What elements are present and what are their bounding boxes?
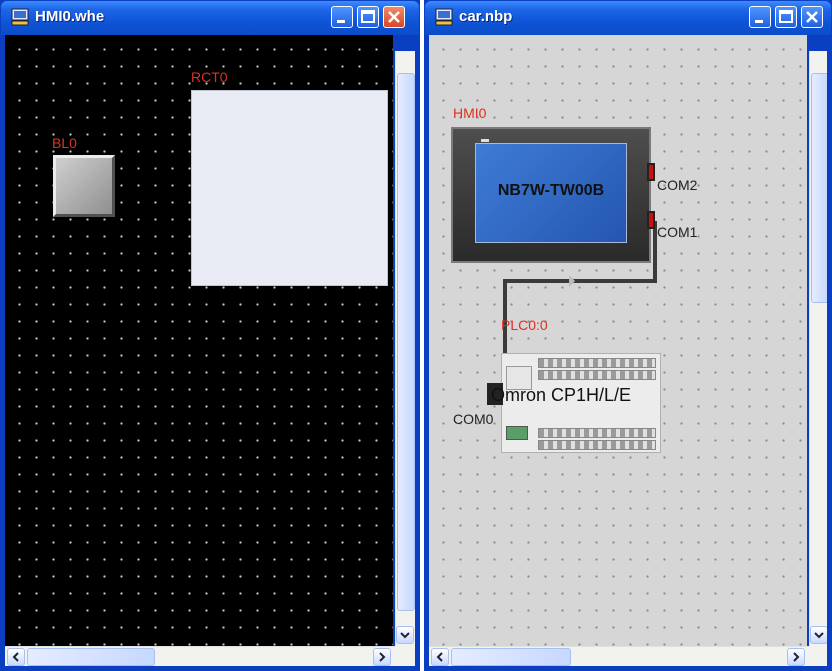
window-title: HMI0.whe [35,8,105,25]
window-title: car.nbp [459,8,513,25]
scroll-thumb[interactable] [27,648,155,666]
scroll-right-button[interactable] [373,648,391,666]
port-label: COM2 [657,177,698,193]
hmi-led [481,139,489,142]
screen-canvas[interactable]: BL0 RCT0 [5,35,393,646]
titlebar[interactable]: car.nbp [425,1,831,35]
monitor-icon [435,8,453,26]
close-button[interactable] [383,6,405,28]
vertical-scrollbar[interactable] [395,51,415,646]
resize-grip[interactable] [809,646,827,666]
com1-port[interactable] [647,211,655,229]
chevron-left-icon [436,652,443,662]
close-icon [806,11,818,23]
network-canvas[interactable]: HMI0 NB7W-TW00B COM2 COM1 PLC0:0 Omron C… [429,35,807,646]
minimize-icon [755,20,763,23]
minimize-button[interactable] [749,6,771,28]
terminal-strip [538,440,656,450]
device-label: HMI0 [453,105,487,121]
network-client-area: HMI0 NB7W-TW00B COM2 COM1 PLC0:0 Omron C… [429,35,827,666]
scroll-thumb[interactable] [811,73,827,303]
scroll-down-button[interactable] [810,626,827,644]
plc-model: Omron CP1H/L/E [491,385,632,405]
terminal-strip [538,428,656,438]
close-icon [388,11,400,23]
chevron-right-icon [379,652,386,662]
com2-port[interactable] [647,163,655,181]
scroll-thumb[interactable] [397,73,415,611]
scroll-left-button[interactable] [431,648,449,666]
project-network-window: car.nbp HMI0 NB7W-TW00B COM2 COM1 PLC0:0… [424,0,832,671]
horizontal-scrollbar[interactable] [5,646,395,666]
chevron-down-icon [400,632,410,639]
resize-grip[interactable] [395,646,415,666]
maximize-button[interactable] [357,6,379,28]
plc-green-module [506,426,528,440]
chevron-right-icon [793,652,800,662]
maximize-icon [361,10,375,23]
editor-client-area: BL0 RCT0 [5,35,415,666]
port-label: COM0 [453,411,494,427]
hmi-screen-editor-window: HMI0.whe BL0 RCT0 [0,0,420,671]
bit-lamp-object[interactable] [53,155,115,217]
hmi-screen: NB7W-TW00B [475,143,627,243]
titlebar[interactable]: HMI0.whe [1,1,419,35]
scroll-right-button[interactable] [787,648,805,666]
chevron-left-icon [12,652,19,662]
close-button[interactable] [801,6,823,28]
maximize-button[interactable] [775,6,797,28]
port-label: COM1 [657,224,698,240]
scroll-left-button[interactable] [7,648,25,666]
minimize-button[interactable] [331,6,353,28]
terminal-strip [538,358,656,368]
hmi-device[interactable]: NB7W-TW00B [451,127,651,263]
hmi-model: NB7W-TW00B [497,182,605,199]
object-label: RCT0 [191,69,228,85]
rectangle-object[interactable] [191,90,388,286]
object-label: BL0 [52,135,77,151]
chevron-down-icon [814,632,824,639]
minimize-icon [337,20,345,23]
horizontal-scrollbar[interactable] [429,646,809,666]
scroll-thumb[interactable] [451,648,571,666]
maximize-icon [779,10,793,23]
terminal-strip [538,370,656,380]
monitor-icon [11,8,29,26]
scroll-down-button[interactable] [396,626,414,644]
device-label: PLC0:0 [501,317,548,333]
vertical-scrollbar[interactable] [809,51,827,646]
